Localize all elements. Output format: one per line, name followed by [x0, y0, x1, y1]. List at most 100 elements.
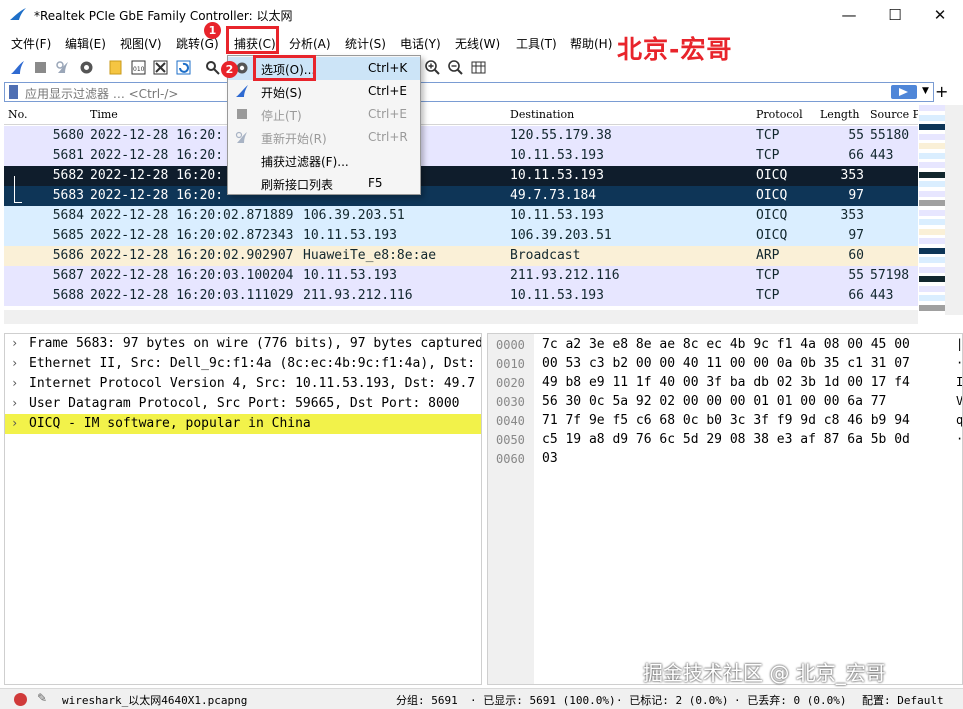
table-row[interactable]: 5687 2022-12-28 16:20:03.100204 10.11.53.1…	[4, 266, 918, 286]
column-no[interactable]: No.	[8, 108, 28, 121]
hex-bytes[interactable]: c5 19 a8 d9 76 6c 5d 29 08 38 e3 af 87 6…	[542, 432, 910, 447]
detail-tree-row[interactable]: › Frame 5683: 97 bytes on wire (776 bits)…	[5, 334, 481, 354]
hex-bytes[interactable]: 7c a2 3e e8 8e ae 8c ec 4b 9c f1 4a 08 0…	[542, 337, 910, 352]
ascii-bytes[interactable]: |	[956, 337, 962, 351]
shark-fin-icon[interactable]	[9, 59, 26, 76]
minimap-stripe	[919, 295, 945, 301]
ascii-bytes[interactable]: ·S	[956, 356, 962, 370]
packet-list[interactable]: No. Time Destination Protocol Length Sou…	[4, 105, 918, 315]
menu-telephony[interactable]: 电话(Y)	[400, 35, 441, 52]
menu-file[interactable]: 文件(F)	[11, 35, 51, 52]
menu-edit[interactable]: 编辑(E)	[65, 35, 106, 52]
edit-comment-icon[interactable]: ✎	[37, 691, 47, 705]
table-row[interactable]: 5684 2022-12-28 16:20:02.871889 106.39.203…	[4, 206, 918, 226]
column-source-port[interactable]: Source P	[870, 108, 918, 121]
minimap-stripe	[919, 133, 945, 140]
dropdown-item-shortcut: Ctrl+E	[368, 107, 407, 121]
chevron-right-icon[interactable]: ›	[11, 396, 18, 410]
minimize-button[interactable]: —	[826, 0, 872, 30]
column-length[interactable]: Length	[820, 108, 859, 121]
find-icon[interactable]	[204, 59, 221, 76]
filter-bookmark-icon[interactable]	[9, 85, 18, 99]
table-row[interactable]: 5685 2022-12-28 16:20:02.872343 10.11.53.1…	[4, 226, 918, 246]
menu-wireless[interactable]: 无线(W)	[455, 35, 500, 52]
column-time[interactable]: Time	[90, 108, 118, 121]
minimap-stripe	[919, 285, 945, 292]
dropdown-item[interactable]: 刷新接口列表 F5	[228, 172, 420, 195]
detail-tree-row[interactable]: › Internet Protocol Version 4, Src: 10.11…	[5, 374, 481, 394]
ascii-bytes[interactable]: q·	[956, 413, 962, 427]
table-row[interactable]: 5688 2022-12-28 16:20:03.111029 211.93.212…	[4, 286, 918, 306]
table-row[interactable]: 5680 2022-12-28 16:20: 120.55.179.38 TCP 55 5…	[4, 126, 918, 146]
dropdown-item[interactable]: 开始(S) Ctrl+E	[228, 80, 420, 103]
display-filter-input[interactable]: 应用显示过滤器 … <Ctrl-/> ▼	[4, 82, 934, 102]
menu-tools[interactable]: 工具(T)	[516, 35, 557, 52]
cell-no: 5685	[52, 228, 84, 243]
hex-bytes[interactable]: 56 30 0c 5a 92 02 00 00 00 01 01 00 00 6…	[542, 394, 886, 409]
capture-status-icon[interactable]	[14, 693, 27, 706]
packet-details-pane[interactable]: › Frame 5683: 97 bytes on wire (776 bits)…	[4, 333, 482, 685]
dropdown-item[interactable]: 捕获过滤器(F)...	[228, 149, 420, 172]
apply-filter-arrow-icon[interactable]	[891, 85, 917, 99]
menu-analyze[interactable]: 分析(A)	[289, 35, 331, 52]
close-file-icon[interactable]	[152, 59, 169, 76]
ascii-bytes[interactable]: I·	[956, 375, 962, 389]
zoom-out-icon[interactable]	[447, 59, 464, 76]
cell-protocol: OICQ	[756, 168, 788, 183]
table-row[interactable]: 5682 2022-12-28 16:20: 10.11.53.193 OICQ 353	[4, 166, 918, 186]
status-profile[interactable]: 配置: Default	[862, 692, 944, 708]
table-row[interactable]: 5681 2022-12-28 16:20: 10.11.53.193 TCP 66 44…	[4, 146, 918, 166]
close-button[interactable]: ✕	[917, 0, 963, 30]
cell-source: 10.11.53.193	[303, 268, 397, 283]
chevron-right-icon[interactable]: ›	[11, 336, 18, 350]
detail-tree-row[interactable]: › OICQ - IM software, popular in China	[5, 414, 481, 434]
chevron-right-icon[interactable]: ›	[11, 376, 18, 390]
stop-icon[interactable]	[32, 59, 49, 76]
hex-bytes[interactable]: 71 7f 9e f5 c6 68 0c b0 3c 3f f9 9d c8 4…	[542, 413, 910, 428]
minimap-stripe	[919, 266, 945, 273]
open-file-icon[interactable]	[107, 59, 124, 76]
save-file-icon[interactable]: 010	[130, 59, 147, 76]
detail-tree-row[interactable]: › Ethernet II, Src: Dell_9c:f1:4a (8c:ec:…	[5, 354, 481, 374]
reload-icon[interactable]	[175, 59, 192, 76]
dropdown-item-label: 开始(S)	[261, 86, 302, 100]
cell-no: 5680	[52, 128, 84, 143]
minimap-stripe	[919, 143, 945, 149]
resize-columns-icon[interactable]	[470, 59, 487, 76]
menu-help[interactable]: 帮助(H)	[570, 35, 612, 52]
ascii-bytes[interactable]: ··	[956, 432, 962, 446]
detail-tree-row[interactable]: › User Datagram Protocol, Src Port: 59665…	[5, 394, 481, 414]
packet-list-scrollbar[interactable]	[945, 105, 963, 315]
options-gear-icon[interactable]	[78, 59, 95, 76]
cell-length: 66	[848, 148, 864, 163]
hex-bytes[interactable]: 03	[542, 451, 558, 466]
minimap-stripe	[919, 276, 945, 282]
minimap-stripe	[919, 171, 945, 178]
add-filter-button[interactable]: +	[935, 82, 948, 101]
ascii-bytes[interactable]: V0	[956, 394, 962, 408]
byte-offset: 0030	[496, 395, 525, 409]
hex-bytes[interactable]: 00 53 c3 b2 00 00 40 11 00 00 0a 0b 35 c…	[542, 356, 910, 371]
filter-history-chevron-down-icon[interactable]: ▼	[922, 86, 929, 96]
chevron-right-icon[interactable]: ›	[11, 416, 18, 430]
table-row[interactable]: 5686 2022-12-28 16:20:02.902907 HuaweiTe_e…	[4, 246, 918, 266]
restart-icon[interactable]	[55, 59, 72, 76]
zoom-in-icon[interactable]	[424, 59, 441, 76]
minimap-stripe	[919, 181, 945, 187]
column-protocol[interactable]: Protocol	[756, 108, 803, 121]
table-row[interactable]: 5683 2022-12-28 16:20: 49.7.73.184 OICQ 97	[4, 186, 918, 206]
hex-bytes[interactable]: 49 b8 e9 11 1f 40 00 3f ba db 02 3b 1d 0…	[542, 375, 910, 390]
cell-protocol: OICQ	[756, 188, 788, 203]
packet-bytes-pane[interactable]: 0000 7c a2 3e e8 8e ae 8c ec 4b 9c f1 4a …	[487, 333, 963, 685]
cell-no: 5684	[52, 208, 84, 223]
maximize-button[interactable]: ☐	[872, 0, 918, 30]
chevron-right-icon[interactable]: ›	[11, 356, 18, 370]
cell-protocol: OICQ	[756, 228, 788, 243]
cell-no: 5687	[52, 268, 84, 283]
packet-minimap[interactable]	[919, 105, 945, 315]
column-destination[interactable]: Destination	[510, 108, 574, 121]
packet-list-horizontal-scrollbar[interactable]	[4, 310, 918, 324]
cell-destination: 10.11.53.193	[510, 148, 604, 163]
menu-view[interactable]: 视图(V)	[120, 35, 162, 52]
menu-statistics[interactable]: 统计(S)	[345, 35, 386, 52]
